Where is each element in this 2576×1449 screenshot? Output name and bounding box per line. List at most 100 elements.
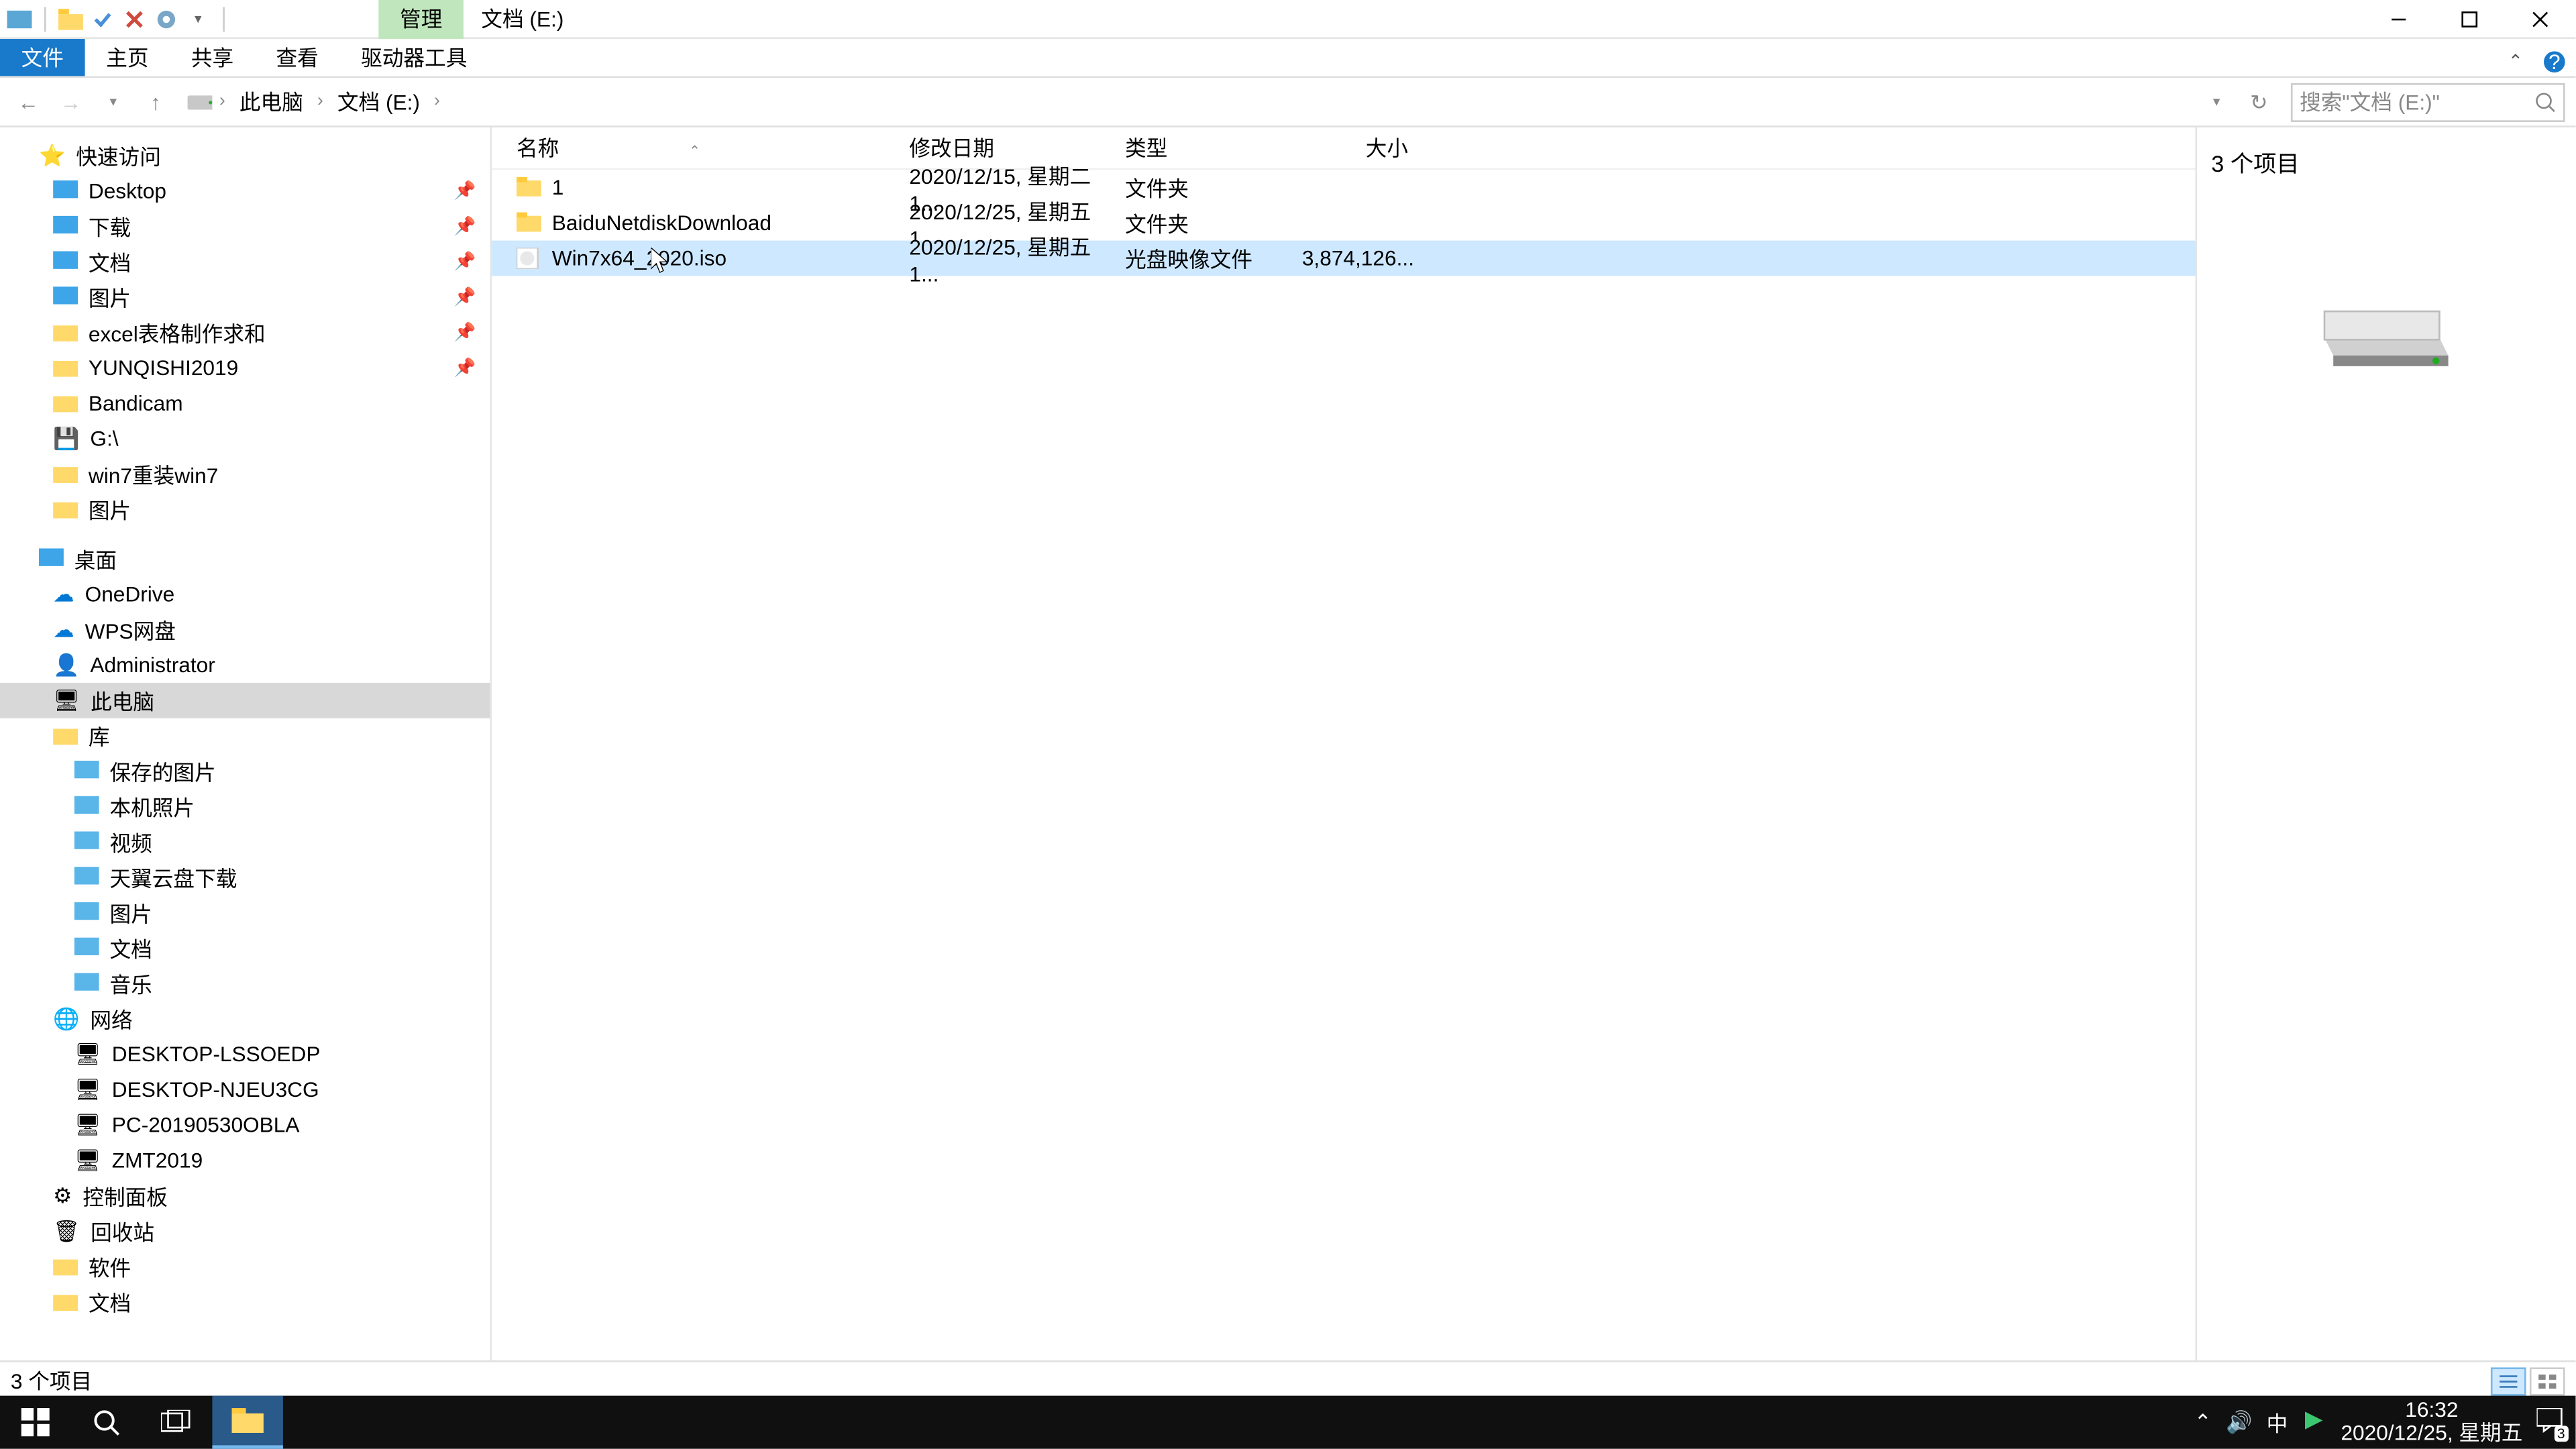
back-button[interactable]: ← <box>11 84 46 119</box>
sidebar-software[interactable]: 软件 <box>0 1249 490 1285</box>
sidebar-docs3[interactable]: 文档 <box>0 930 490 966</box>
sidebar-control-panel[interactable]: ⚙控制面板 <box>0 1178 490 1214</box>
refresh-button[interactable]: ↻ <box>2241 84 2277 119</box>
pin-icon: 📌 <box>454 252 476 272</box>
sidebar-onedrive[interactable]: ☁OneDrive <box>0 577 490 612</box>
sidebar-win7reinstall[interactable]: win7重装win7 <box>0 456 490 492</box>
task-view-button[interactable] <box>142 1396 212 1449</box>
sidebar-quick-access[interactable]: ⭐快速访问 <box>0 138 490 174</box>
sidebar-desktop[interactable]: Desktop📌 <box>0 173 490 209</box>
app-icon <box>7 6 32 31</box>
col-name[interactable]: 名称 ⌃ <box>517 133 909 163</box>
sidebar-thispc[interactable]: 🖥此电脑 <box>0 683 490 718</box>
sidebar-pictures2[interactable]: 图片 <box>0 492 490 527</box>
search-input[interactable]: 搜索"文档 (E:)" <box>2291 83 2565 121</box>
sidebar-excel[interactable]: excel表格制作求和📌 <box>0 315 490 350</box>
sidebar-libraries[interactable]: 库 <box>0 718 490 754</box>
cpanel-icon: ⚙ <box>53 1183 72 1208</box>
sidebar-wps[interactable]: ☁WPS网盘 <box>0 612 490 647</box>
pc-icon: 🖥 <box>74 1042 101 1067</box>
file-row-selected[interactable]: Win7x64_2020.iso 2020/12/25, 星期五 1... 光盘… <box>492 241 2195 276</box>
sidebar-pics3[interactable]: 图片 <box>0 895 490 930</box>
sidebar-music[interactable]: 音乐 <box>0 966 490 1002</box>
ribbon-file[interactable]: 文件 <box>0 39 85 76</box>
ribbon-view[interactable]: 查看 <box>255 39 340 76</box>
drive-icon <box>188 89 213 114</box>
titlebar: ▾ 管理 文档 (E:) ⌃ ? <box>0 0 2575 39</box>
search-icon <box>2535 91 2557 113</box>
ql-close-icon[interactable] <box>122 6 147 31</box>
navigation-pane: ⭐快速访问 Desktop📌 下载📌 文档📌 图片📌 excel表格制作求和📌 … <box>0 127 492 1360</box>
sidebar-bandicam[interactable]: Bandicam <box>0 386 490 421</box>
sidebar-documents[interactable]: 文档📌 <box>0 244 490 280</box>
ribbon-share[interactable]: 共享 <box>170 39 255 76</box>
ql-folder-icon[interactable] <box>58 6 83 31</box>
sidebar-netpc3[interactable]: 🖥PC-20190530OBLA <box>0 1108 490 1143</box>
tray-chevron-icon[interactable]: ⌃ <box>2194 1410 2212 1435</box>
cursor-icon <box>651 248 672 276</box>
close-button[interactable] <box>2505 0 2575 39</box>
ql-dropdown-icon[interactable]: ▾ <box>186 6 211 31</box>
volume-icon[interactable]: 🔊 <box>2226 1410 2252 1435</box>
search-button[interactable] <box>70 1396 141 1449</box>
col-size[interactable]: 大小 <box>1302 133 1408 163</box>
pin-icon: 📌 <box>454 217 476 236</box>
breadcrumb[interactable]: › 此电脑 › 文档 (E:) › ▾ ↻ <box>180 83 2284 120</box>
tray-app-icon[interactable] <box>2302 1407 2326 1438</box>
pin-icon: 📌 <box>454 288 476 307</box>
crumb-thispc[interactable]: 此电脑 <box>232 83 310 120</box>
cloud-icon: ☁ <box>53 582 74 607</box>
sidebar-videos[interactable]: 视频 <box>0 824 490 860</box>
sidebar-saved-pics[interactable]: 保存的图片 <box>0 753 490 789</box>
file-list: 名称 ⌃ 修改日期 类型 大小 1 2020/12/15, 星期二 1... 文… <box>492 127 2195 1360</box>
recycle-icon: 🗑 <box>53 1219 80 1244</box>
title-context-tab[interactable]: 管理 <box>378 0 464 38</box>
col-type[interactable]: 类型 <box>1125 133 1302 163</box>
sidebar-admin[interactable]: 👤Administrator <box>0 647 490 683</box>
star-icon: ⭐ <box>39 144 65 168</box>
ribbon-home[interactable]: 主页 <box>85 39 170 76</box>
ribbon-collapse-icon[interactable]: ⌃ <box>2498 42 2533 81</box>
file-row[interactable]: 1 2020/12/15, 星期二 1... 文件夹 <box>492 170 2195 205</box>
sidebar-pictures[interactable]: 图片📌 <box>0 280 490 315</box>
item-count: 3 个项目 <box>2211 145 2561 178</box>
sidebar-network[interactable]: 🌐网络 <box>0 1002 490 1037</box>
up-button[interactable]: ↑ <box>138 84 174 119</box>
taskbar-explorer[interactable] <box>212 1396 282 1449</box>
ql-gear-icon[interactable] <box>154 6 178 31</box>
help-button[interactable]: ? <box>2536 42 2572 81</box>
clock[interactable]: 16:32 2020/12/25, 星期五 <box>2341 1399 2522 1446</box>
recent-dropdown[interactable]: ▾ <box>95 84 131 119</box>
sidebar-local-photos[interactable]: 本机照片 <box>0 789 490 824</box>
ribbon-menu: 文件 主页 共享 查看 驱动器工具 <box>0 39 2575 78</box>
sidebar-g-drive[interactable]: 💾G:\ <box>0 421 490 457</box>
ql-check-icon[interactable] <box>90 6 115 31</box>
start-button[interactable] <box>0 1396 70 1449</box>
status-text: 3 个项目 <box>11 1366 92 1396</box>
minimize-button[interactable] <box>2363 0 2434 39</box>
folder-icon <box>517 177 541 199</box>
sidebar-desktop-root[interactable]: 桌面 <box>0 541 490 577</box>
forward-button[interactable]: → <box>53 84 89 119</box>
view-details-button[interactable] <box>2491 1366 2526 1395</box>
cloud-icon: ☁ <box>53 617 74 642</box>
sidebar-recycle[interactable]: 🗑回收站 <box>0 1214 490 1249</box>
crumb-drive[interactable]: 文档 (E:) <box>330 83 427 120</box>
sidebar-tianyi[interactable]: 天翼云盘下载 <box>0 860 490 896</box>
address-dropdown-icon[interactable]: ▾ <box>2199 84 2235 119</box>
col-date[interactable]: 修改日期 <box>909 133 1125 163</box>
sidebar-netpc4[interactable]: 🖥ZMT2019 <box>0 1143 490 1179</box>
action-center-icon[interactable]: 3 <box>2536 1407 2565 1438</box>
ribbon-drive-tools[interactable]: 驱动器工具 <box>339 39 488 76</box>
sidebar-netpc1[interactable]: 🖥DESKTOP-LSSOEDP <box>0 1036 490 1072</box>
file-row[interactable]: BaiduNetdiskDownload 2020/12/25, 星期五 1..… <box>492 205 2195 241</box>
sidebar-netpc2[interactable]: 🖥DESKTOP-NJEU3CG <box>0 1072 490 1108</box>
ime-indicator[interactable]: 中 <box>2267 1407 2288 1438</box>
maximize-button[interactable] <box>2434 0 2505 39</box>
view-icons-button[interactable] <box>2530 1366 2565 1395</box>
sidebar-docs4[interactable]: 文档 <box>0 1284 490 1320</box>
sidebar-yunqishi[interactable]: YUNQISHI2019📌 <box>0 350 490 386</box>
folder-icon <box>517 212 541 233</box>
pc-icon: 🖥 <box>74 1113 101 1138</box>
sidebar-downloads[interactable]: 下载📌 <box>0 209 490 244</box>
